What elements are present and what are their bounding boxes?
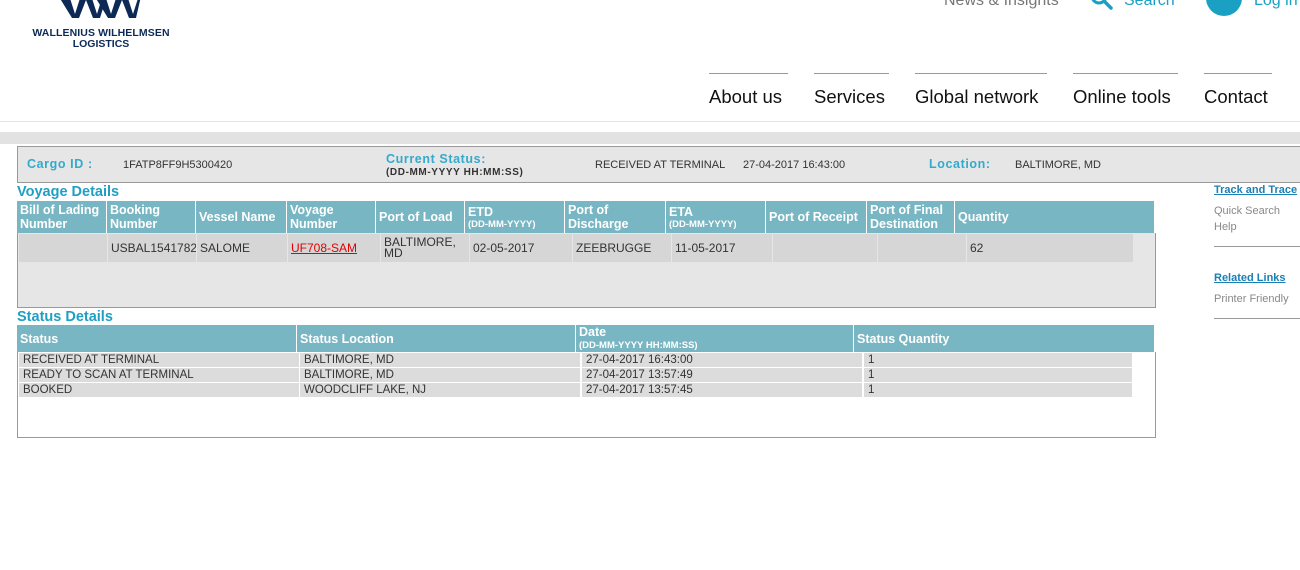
nav-online-tools[interactable]: Online tools bbox=[1073, 73, 1178, 108]
cell-eta: 11-05-2017 bbox=[672, 234, 772, 262]
cell-bill-of-lading bbox=[19, 234, 107, 262]
login-link[interactable]: Log in bbox=[1254, 0, 1298, 10]
printer-friendly-link[interactable]: Printer Friendly bbox=[1214, 293, 1289, 305]
news-insights-link[interactable]: News & Insights bbox=[944, 0, 1059, 10]
status-cell-qty: 1 bbox=[864, 383, 1132, 397]
voyage-table-header: Bill of Lading Number Booking Number Vessel … bbox=[17, 201, 1154, 233]
header-port-of-load: Port of Load bbox=[375, 201, 464, 233]
sidebar-divider bbox=[1214, 246, 1300, 247]
status-cell-date: 27-04-2017 13:57:49 bbox=[582, 368, 862, 382]
brand-subname: LOGISTICS bbox=[72, 38, 130, 50]
status-table-header: Status Status Location Date (DD-MM-YYYY … bbox=[17, 325, 1154, 352]
cell-quantity: 62 bbox=[967, 234, 1133, 262]
status-row: BOOKED WOODCLIFF LAKE, NJ 27-04-2017 13:57… bbox=[18, 383, 1138, 397]
header-bill-of-lading: Bill of Lading Number bbox=[20, 203, 100, 231]
status-cell-location: WOODCLIFF LAKE, NJ bbox=[300, 383, 580, 397]
cargo-id-label: Cargo ID : bbox=[27, 157, 93, 171]
current-status-time: 27-04-2017 16:43:00 bbox=[743, 159, 846, 171]
header-port-of-discharge: Port of Discharge bbox=[564, 201, 665, 233]
cell-booking-number: USBAL1541782 bbox=[108, 234, 196, 262]
quick-search-link[interactable]: Quick Search bbox=[1214, 205, 1280, 217]
header-status-quantity: Status Quantity bbox=[853, 325, 1154, 352]
brand-logo[interactable]: WALLENIUS WILHELMSEN LOGISTICS bbox=[26, 0, 176, 60]
status-details-title: Status Details bbox=[17, 309, 113, 325]
header-etd: ETD (DD-MM-YYYY) bbox=[464, 201, 564, 233]
current-status-label: Current Status: bbox=[386, 152, 486, 166]
current-status-value: RECEIVED AT TERMINAL bbox=[595, 159, 726, 171]
voyage-details-title: Voyage Details bbox=[17, 184, 120, 200]
nav-global-network[interactable]: Global network bbox=[915, 73, 1047, 108]
header-port-of-final-destination: Port of Final Destination bbox=[866, 201, 954, 233]
cell-port-of-receipt bbox=[773, 234, 877, 262]
location-label: Location: bbox=[929, 157, 991, 171]
header-status-location: Status Location bbox=[296, 325, 575, 352]
status-cell-status: BOOKED bbox=[19, 383, 299, 397]
status-row: READY TO SCAN AT TERMINAL BALTIMORE, MD 27… bbox=[18, 368, 1138, 382]
search-link[interactable]: Search bbox=[1124, 0, 1175, 10]
status-cell-location: BALTIMORE, MD bbox=[300, 368, 580, 382]
ww-logo-icon bbox=[60, 0, 141, 18]
header-date: Date (DD-MM-YYYY HH:MM:SS) bbox=[575, 325, 853, 352]
status-table-body: RECEIVED AT TERMINAL BALTIMORE, MD 27-04-2… bbox=[17, 352, 1156, 438]
status-cell-qty: 1 bbox=[864, 353, 1132, 367]
header-booking-number: Booking Number bbox=[106, 201, 195, 233]
header-vessel-name: Vessel Name bbox=[195, 201, 286, 233]
track-and-trace-link[interactable]: Track and Trace bbox=[1214, 184, 1297, 196]
cell-vessel-name: SALOME bbox=[197, 234, 287, 262]
content-top-band bbox=[0, 132, 1300, 144]
nav-about-us[interactable]: About us bbox=[709, 73, 788, 108]
status-cell-date: 27-04-2017 16:43:00 bbox=[582, 353, 862, 367]
status-cell-qty: 1 bbox=[864, 368, 1132, 382]
nav-contact[interactable]: Contact bbox=[1204, 73, 1272, 108]
help-link[interactable]: Help bbox=[1214, 221, 1237, 233]
location-value: BALTIMORE, MD bbox=[1015, 159, 1101, 171]
status-cell-status: READY TO SCAN AT TERMINAL bbox=[19, 368, 299, 382]
cell-final-destination bbox=[878, 234, 966, 262]
header-eta: ETA (DD-MM-YYYY) bbox=[665, 201, 765, 233]
related-links-heading[interactable]: Related Links bbox=[1214, 272, 1286, 284]
cell-etd: 02-05-2017 bbox=[470, 234, 572, 262]
current-status-format: (DD-MM-YYYY HH:MM:SS) bbox=[386, 167, 524, 178]
cell-port-of-load: BALTIMORE, MD bbox=[381, 234, 469, 262]
status-cell-status: RECEIVED AT TERMINAL bbox=[19, 353, 299, 367]
status-cell-date: 27-04-2017 13:57:45 bbox=[582, 383, 862, 397]
header-voyage-number: Voyage Number bbox=[286, 201, 375, 233]
header-port-of-receipt: Port of Receipt bbox=[765, 201, 866, 233]
voyage-number-link[interactable]: UF708-SAM bbox=[288, 234, 380, 262]
status-cell-location: BALTIMORE, MD bbox=[300, 353, 580, 367]
search-icon[interactable] bbox=[1090, 0, 1114, 10]
cargo-summary-bar: Cargo ID : 1FATP8FF9H5300420 Current Sta… bbox=[17, 146, 1300, 183]
cell-port-of-discharge: ZEEBRUGGE bbox=[573, 234, 671, 262]
header-divider bbox=[0, 121, 1300, 122]
cargo-id-value: 1FATP8FF9H5300420 bbox=[123, 159, 233, 171]
status-row: RECEIVED AT TERMINAL BALTIMORE, MD 27-04-2… bbox=[18, 353, 1138, 367]
header-status: Status bbox=[20, 331, 59, 346]
user-icon[interactable] bbox=[1206, 0, 1242, 16]
sidebar-divider bbox=[1214, 318, 1300, 319]
nav-services[interactable]: Services bbox=[814, 73, 889, 108]
header-quantity: Quantity bbox=[954, 201, 1129, 233]
voyage-table-body: USBAL1541782 SALOME UF708-SAM BALTIMORE,… bbox=[17, 233, 1156, 308]
